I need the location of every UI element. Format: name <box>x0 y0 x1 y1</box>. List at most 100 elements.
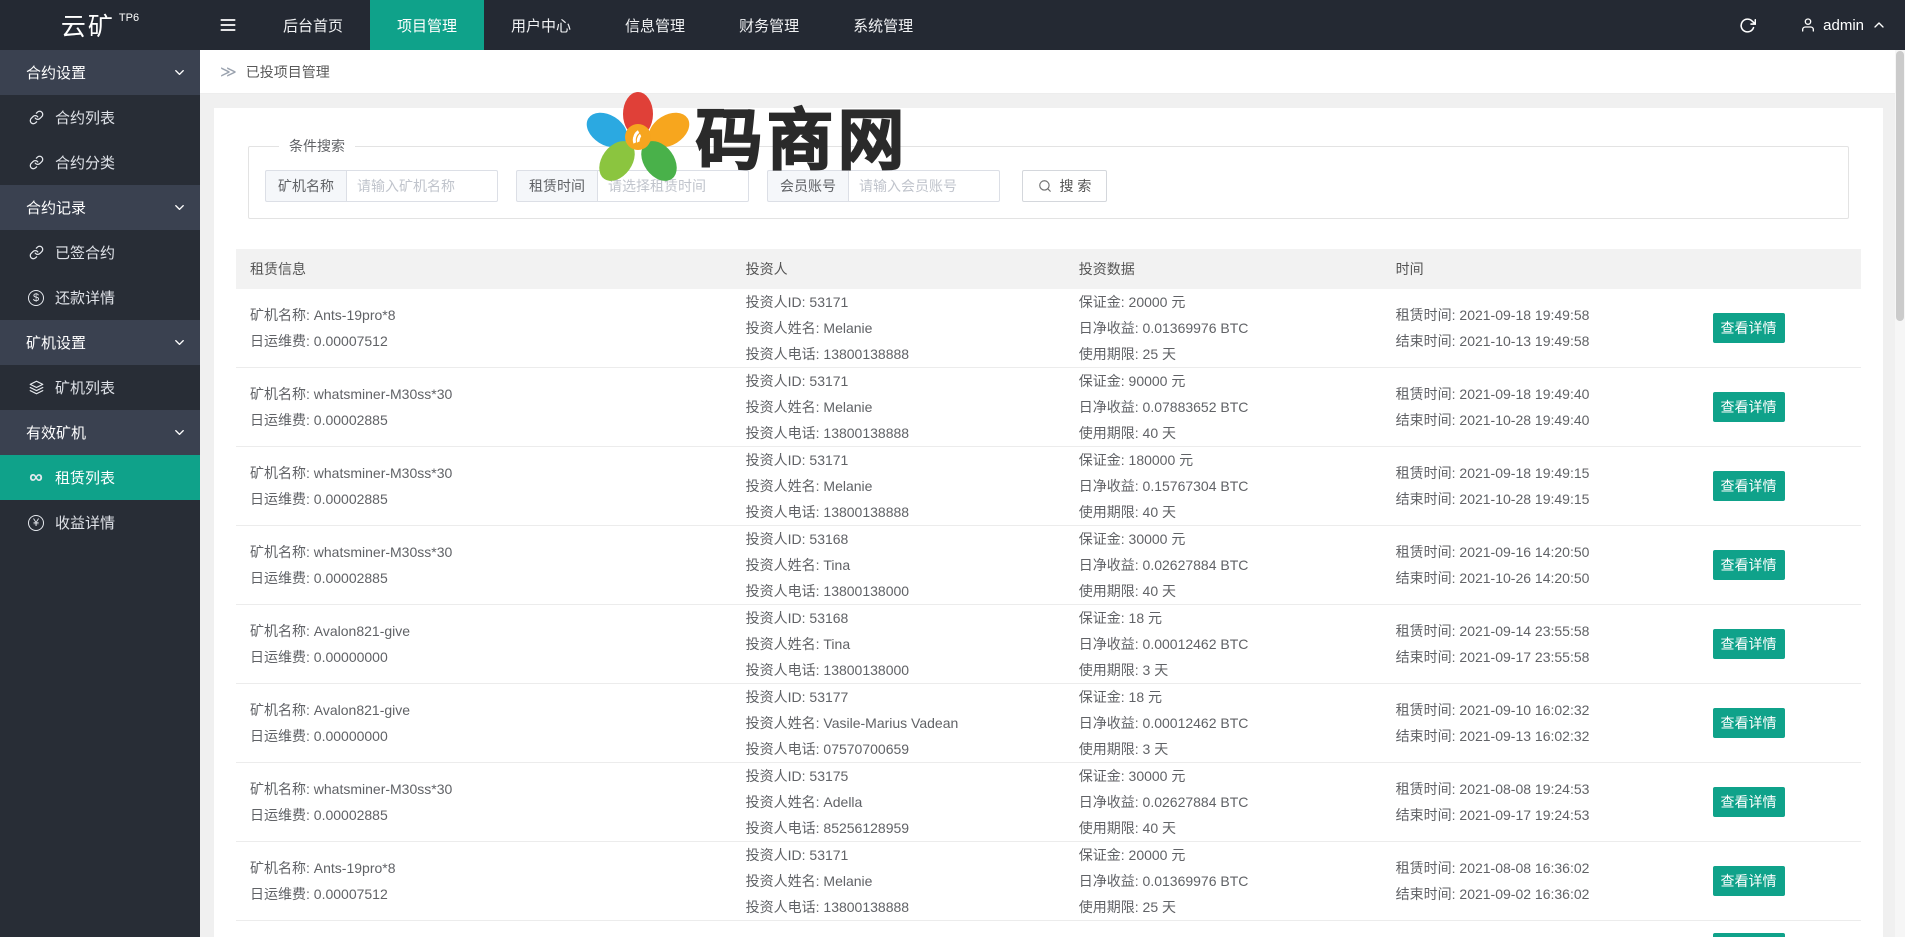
nav-tab-4[interactable]: 财务管理 <box>712 0 826 50</box>
sidebar-item-9[interactable]: ∞ 租赁列表 <box>0 455 200 500</box>
investor-phone-line: 投资人电话: 13800138888 <box>745 425 910 441</box>
machine-name-input[interactable] <box>346 170 498 202</box>
sidebar-item-2[interactable]: 合约分类 <box>0 140 200 185</box>
investor-name-line: 投资人姓名: Vasile-Marius Vadean <box>745 715 959 731</box>
investor-name-line: 投资人姓名: Adella <box>745 794 863 810</box>
sidebar-group-3[interactable]: 合约记录 <box>0 185 200 230</box>
sidebar-item-label: 已签合约 <box>55 245 116 262</box>
member-account-input[interactable] <box>848 170 1000 202</box>
rent-time-line: 租赁时间: 2021-09-18 19:49:58 <box>1395 307 1590 323</box>
link-icon <box>26 110 46 125</box>
sidebar-item-10[interactable]: ¥ 收益详情 <box>0 500 200 545</box>
column-header-0: 租赁信息 <box>250 261 306 277</box>
deposit-line: 保证金: 180000 元 <box>1078 452 1194 468</box>
chevron-down-icon <box>172 65 187 84</box>
cell-1: 投资人ID: 53171 投资人姓名: Melanie 投资人电话: 1380013… <box>732 289 1065 367</box>
period-line: 使用期限: 40 天 <box>1078 504 1176 520</box>
sidebar-group-6[interactable]: 矿机设置 <box>0 320 200 365</box>
search-icon <box>1039 180 1052 192</box>
sidebar-group-0[interactable]: 合约设置 <box>0 50 200 95</box>
rent-time-line: 租赁时间: 2021-09-14 23:55:58 <box>1395 623 1590 639</box>
view-detail-button[interactable]: 查看详情 <box>1712 787 1785 817</box>
sidebar-item-5[interactable]: $ 还款详情 <box>0 275 200 320</box>
user-menu[interactable]: admin <box>1790 17 1905 34</box>
sidebar-item-7[interactable]: 矿机列表 <box>0 365 200 410</box>
machine-line: 矿机名称: whatsminer-M30ss*30 <box>250 781 453 797</box>
nav-tab-0[interactable]: 后台首页 <box>256 0 370 50</box>
machine-name-field: 矿机名称 <box>265 170 498 202</box>
nav-tab-2[interactable]: 用户中心 <box>484 0 598 50</box>
search-panel: 条件搜索 矿机名称 租赁时间 会员账号 搜 索 <box>248 136 1849 219</box>
view-detail-button[interactable]: 查看详情 <box>1712 550 1785 580</box>
deposit-line: 保证金: 30000 元 <box>1078 531 1186 547</box>
sidebar-item-label: 租赁列表 <box>55 470 116 487</box>
investor-id-line: 投资人ID: 53171 <box>745 294 849 310</box>
cell-3: 租赁时间: 2021-09-16 14:20:50 结束时间: 2021-10-2… <box>1382 539 1699 591</box>
layers-icon <box>26 380 46 395</box>
main-area: 条件搜索 矿机名称 租赁时间 会员账号 搜 索 租赁信息 投资人 投资数据 时间 矿机名称… <box>200 94 1905 937</box>
sidebar-item-label: 矿机设置 <box>26 335 87 352</box>
table-row: 矿机名称: Ants-19pro*8 日运维费: 0.00007512 投资人ID:… <box>236 842 1861 921</box>
cell-3: 租赁时间: 2021-08-08 19:24:53 结束时间: 2021-09-1… <box>1382 776 1699 828</box>
cell-2: 保证金: 18 元日净收益: 0.00012462 BTC 使用期限: 3 天 <box>1065 605 1382 683</box>
fee-line: 日运维费: 0.00000000 <box>250 649 388 665</box>
cell-action: 查看详情 <box>1699 392 1862 422</box>
view-detail-button[interactable]: 查看详情 <box>1712 708 1785 738</box>
deposit-line: 保证金: 18 元 <box>1078 689 1162 705</box>
table-row: 矿机名称: whatsminer-M30ss*30 投资人ID: 53173 保证金… <box>236 921 1861 937</box>
scrollbar-thumb[interactable] <box>1896 51 1904 321</box>
topbar-right: admin <box>1705 0 1905 50</box>
cell-action: 查看详情 <box>1699 708 1862 738</box>
machine-name-label: 矿机名称 <box>265 170 346 202</box>
fee-line: 日运维费: 0.00002885 <box>250 570 388 586</box>
cell-3: 租赁时间: 2021-08-07 21:12:14 <box>1382 933 1699 937</box>
sidebar-item-label: 矿机列表 <box>55 380 116 397</box>
machine-line: 矿机名称: whatsminer-M30ss*30 <box>250 386 453 402</box>
period-line: 使用期限: 40 天 <box>1078 583 1176 599</box>
view-detail-button[interactable]: 查看详情 <box>1712 313 1785 343</box>
chevron-down-icon <box>172 335 187 354</box>
sidebar-item-1[interactable]: 合约列表 <box>0 95 200 140</box>
view-detail-button[interactable]: 查看详情 <box>1712 933 1785 937</box>
rent-time-line: 租赁时间: 2021-09-18 19:49:40 <box>1395 386 1590 402</box>
table-header-row: 租赁信息 投资人 投资数据 时间 <box>236 249 1861 289</box>
daily-profit-line: 日净收益: 0.01369976 BTC <box>1078 320 1249 336</box>
nav-tab-5[interactable]: 系统管理 <box>826 0 940 50</box>
member-account-label: 会员账号 <box>767 170 848 202</box>
cell-2: 保证金: 30000 元日净收益: 0.02627884 BTC 使用期限: 40… <box>1065 526 1382 604</box>
cell-action: 查看详情 <box>1699 629 1862 659</box>
content-card: 条件搜索 矿机名称 租赁时间 会员账号 搜 索 租赁信息 投资人 投资数据 时间 矿机名称… <box>214 108 1883 937</box>
vertical-scrollbar[interactable] <box>1895 50 1905 937</box>
view-detail-button[interactable]: 查看详情 <box>1712 471 1785 501</box>
chevron-down-icon <box>172 200 187 219</box>
column-header-2: 投资数据 <box>1078 261 1135 277</box>
machine-line: 矿机名称: whatsminer-M30ss*30 <box>250 465 453 481</box>
search-button[interactable]: 搜 索 <box>1022 170 1108 202</box>
table-row: 矿机名称: Ants-19pro*8 日运维费: 0.00007512 投资人ID:… <box>236 289 1861 368</box>
cell-3: 租赁时间: 2021-09-18 19:49:40 结束时间: 2021-10-2… <box>1382 381 1699 433</box>
cell-1: 投资人ID: 53175 投资人姓名: Adella 投资人电话: 85256128… <box>732 763 1065 841</box>
cell-3: 租赁时间: 2021-08-08 16:36:02 结束时间: 2021-09-0… <box>1382 855 1699 907</box>
search-button-label: 搜 索 <box>1059 178 1092 194</box>
cell-2: 保证金: 18 元日净收益: 0.00012462 BTC 使用期限: 3 天 <box>1065 684 1382 762</box>
investor-name-line: 投资人姓名: Melanie <box>745 873 873 889</box>
machine-line: 矿机名称: Avalon821-give <box>250 623 411 639</box>
view-detail-button[interactable]: 查看详情 <box>1712 392 1785 422</box>
rent-time-input[interactable] <box>597 170 749 202</box>
cell-2: 保证金: 90000 元日净收益: 0.07883652 BTC 使用期限: 40… <box>1065 368 1382 446</box>
investor-id-line: 投资人ID: 53175 <box>745 768 849 784</box>
nav-tab-1[interactable]: 项目管理 <box>370 0 485 50</box>
fee-line: 日运维费: 0.00000000 <box>250 728 388 744</box>
end-time-line: 结束时间: 2021-10-26 14:20:50 <box>1395 570 1590 586</box>
cell-2: 保证金: 20000 元日净收益: 0.01369976 BTC 使用期限: 25… <box>1065 289 1382 367</box>
nav-tab-3[interactable]: 信息管理 <box>598 0 712 50</box>
sidebar-toggle-button[interactable] <box>200 0 256 50</box>
view-detail-button[interactable]: 查看详情 <box>1712 866 1785 896</box>
view-detail-button[interactable]: 查看详情 <box>1712 629 1785 659</box>
investor-phone-line: 投资人电话: 13800138888 <box>745 899 910 915</box>
end-time-line: 结束时间: 2021-09-17 23:55:58 <box>1395 649 1590 665</box>
sidebar-item-4[interactable]: 已签合约 <box>0 230 200 275</box>
app-logo-badge: TP6 <box>118 12 140 24</box>
sidebar-group-8[interactable]: 有效矿机 <box>0 410 200 455</box>
refresh-button[interactable] <box>1705 17 1790 34</box>
